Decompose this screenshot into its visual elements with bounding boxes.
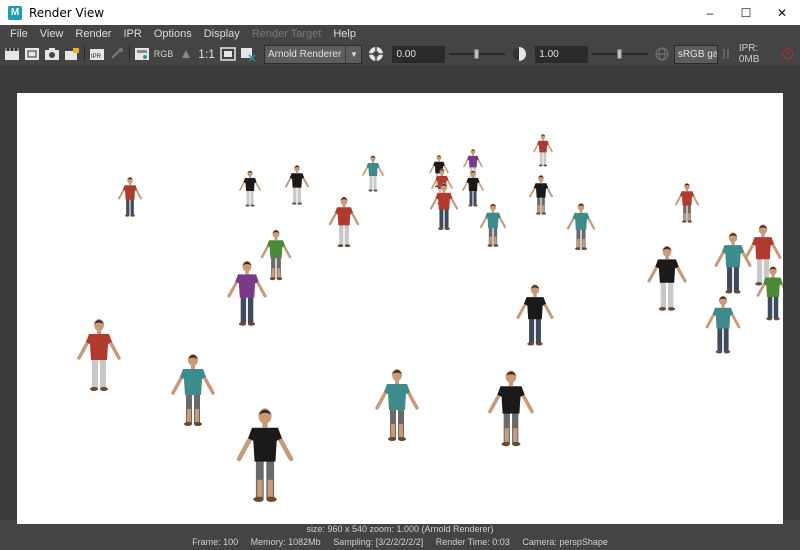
character-figure <box>375 369 419 441</box>
toolbar-separator <box>84 46 85 62</box>
minimize-button[interactable]: – <box>692 0 728 25</box>
character-figure <box>566 203 596 250</box>
menu-file[interactable]: File <box>4 25 34 43</box>
render-settings-icon[interactable] <box>134 45 150 63</box>
chevron-down-icon: ▼ <box>345 45 362 63</box>
renderer-dropdown-value: Arnold Renderer <box>267 48 342 60</box>
menu-help[interactable]: Help <box>327 25 362 43</box>
status-render-time: Render Time: 0:03 <box>435 537 510 547</box>
character-figure <box>171 354 215 426</box>
menu-bar: File View Render IPR Options Display Ren… <box>0 25 800 43</box>
rgb-channel-label[interactable]: RGB <box>154 49 174 59</box>
toolbar: IPR RGB 1:1 Arnold Renderer ▼ 0.00 1.00 … <box>0 43 800 65</box>
svg-text:IPR: IPR <box>91 54 102 60</box>
ipr-pause-icon[interactable] <box>722 45 731 63</box>
toolbar-separator <box>128 46 130 62</box>
character-figure <box>118 177 142 217</box>
menu-view[interactable]: View <box>34 25 70 43</box>
refresh-ipr-icon[interactable] <box>109 45 125 63</box>
character-figure <box>77 319 121 391</box>
render-sequence-icon[interactable] <box>64 45 80 63</box>
renderer-dropdown[interactable]: Arnold Renderer ▼ <box>263 44 363 64</box>
character-figure <box>744 224 782 286</box>
maya-app-icon: M <box>8 5 22 20</box>
window-title: Render View <box>29 5 105 20</box>
status-camera: Camera: perspShape <box>522 537 608 547</box>
maximize-button[interactable]: ☐ <box>728 0 764 25</box>
gamma-field[interactable]: 1.00 <box>535 45 589 63</box>
frame-image-icon[interactable] <box>220 45 236 63</box>
character-figure <box>285 165 309 205</box>
character-figure <box>227 260 267 326</box>
gamma-slider[interactable] <box>592 46 649 62</box>
alpha-channel-icon[interactable] <box>178 45 194 63</box>
menu-render-target: Render Target <box>251 28 322 40</box>
color-space-dropdown[interactable]: sRGB gamma <box>673 44 719 64</box>
ipr-render-icon[interactable]: IPR <box>89 45 105 63</box>
character-figure <box>479 203 507 247</box>
globe-icon[interactable] <box>654 45 670 63</box>
stop-icon[interactable] <box>780 45 796 63</box>
exposure-slider-handle[interactable] <box>474 49 480 59</box>
character-figure <box>714 232 752 294</box>
rendered-image <box>77 133 783 502</box>
redo-render-icon[interactable] <box>4 45 20 63</box>
menu-options[interactable]: Options <box>148 25 198 43</box>
character-figure <box>516 284 554 346</box>
title-bar: M Render View – ☐ ✕ <box>0 0 800 25</box>
window-controls: – ☐ ✕ <box>692 0 800 25</box>
character-figure <box>462 170 484 207</box>
character-figure <box>675 183 699 223</box>
character-figure <box>328 196 360 248</box>
character-figure <box>705 295 741 354</box>
render-region-icon[interactable] <box>24 45 40 63</box>
exposure-slider[interactable] <box>449 46 506 62</box>
character-figure <box>362 155 384 192</box>
exposure-field[interactable]: 0.00 <box>392 45 446 63</box>
status-size-line: size: 960 x 540 zoom: 1.000 (Arnold Rend… <box>306 524 494 534</box>
real-size-button[interactable]: 1:1 <box>198 47 215 61</box>
close-button[interactable]: ✕ <box>764 0 800 25</box>
character-figure <box>429 183 459 230</box>
status-frame: Frame: 100 <box>192 537 239 547</box>
menu-display[interactable]: Display <box>198 25 246 43</box>
character-figure <box>488 370 534 447</box>
character-figure <box>533 133 553 167</box>
character-figure <box>236 408 294 502</box>
status-info-line: Frame: 100 Memory: 1082Mb Sampling: [3/2… <box>0 536 800 548</box>
snapshot-icon[interactable] <box>44 45 60 63</box>
render-canvas[interactable] <box>17 93 783 524</box>
exposure-icon[interactable] <box>368 45 384 63</box>
status-sampling: Sampling: [3/2/2/2/2/2] <box>333 537 424 547</box>
character-figure <box>647 245 687 311</box>
character-figure <box>239 170 261 207</box>
character-figure <box>529 175 553 215</box>
menu-render[interactable]: Render <box>69 25 117 43</box>
remove-image-icon[interactable] <box>240 45 256 63</box>
ipr-memory-label: IPR: 0MB <box>738 43 760 65</box>
gamma-slider-handle[interactable] <box>617 49 623 59</box>
menu-ipr[interactable]: IPR <box>117 25 147 43</box>
gamma-icon[interactable] <box>511 45 527 63</box>
status-memory: Memory: 1082Mb <box>250 537 321 547</box>
character-figure <box>260 229 292 281</box>
